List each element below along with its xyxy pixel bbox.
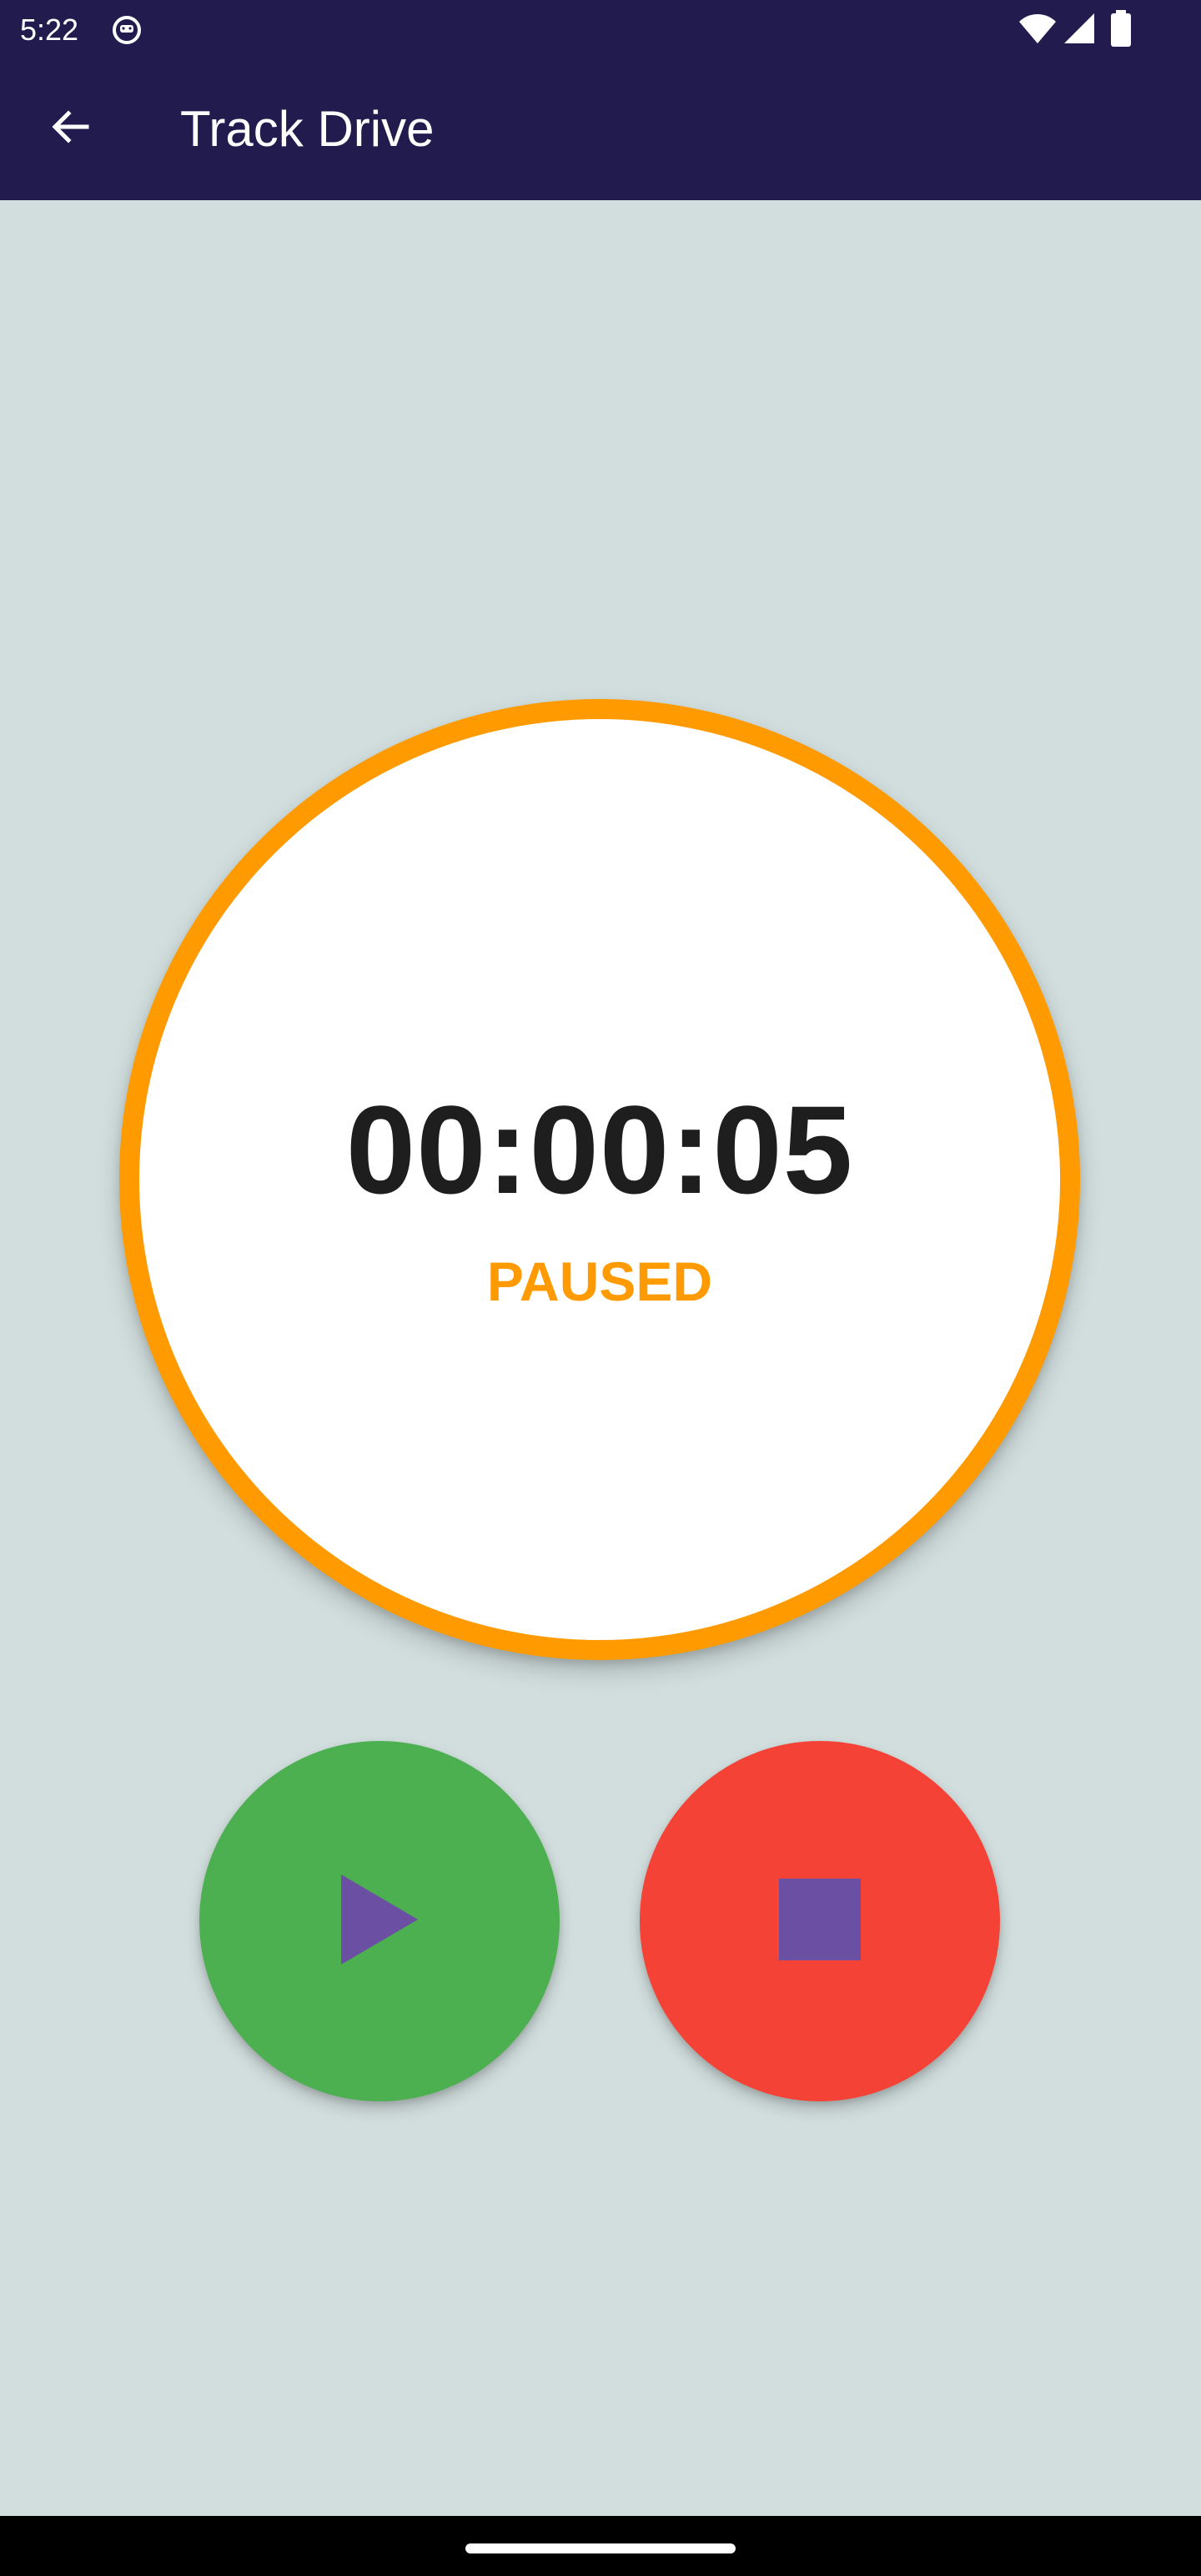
- battery-icon: [1109, 10, 1133, 47]
- notification-icon: [112, 15, 142, 45]
- timer-face: 00:00:05 PAUSED: [139, 719, 1060, 1640]
- play-icon: [341, 1874, 418, 1969]
- timer-display: 00:00:05 PAUSED: [119, 699, 1080, 1660]
- status-bar: 5:22: [0, 0, 1201, 60]
- status-time: 5:22: [20, 13, 79, 47]
- arrow-back-icon: [48, 105, 92, 153]
- timer-status-label: PAUSED: [486, 1250, 713, 1312]
- page-title: Track Drive: [180, 101, 435, 157]
- stop-icon: [779, 1878, 861, 1965]
- home-gesture-handle[interactable]: [465, 2543, 736, 2553]
- signal-icon: [1063, 12, 1096, 45]
- elapsed-time: 00:00:05: [345, 1079, 854, 1220]
- wifi-icon: [1018, 12, 1058, 45]
- navigation-bar: [0, 2516, 1201, 2576]
- app-bar: Track Drive: [0, 60, 1201, 200]
- stop-button[interactable]: [640, 1741, 1000, 2101]
- back-button[interactable]: [37, 95, 103, 162]
- play-button[interactable]: [199, 1741, 560, 2101]
